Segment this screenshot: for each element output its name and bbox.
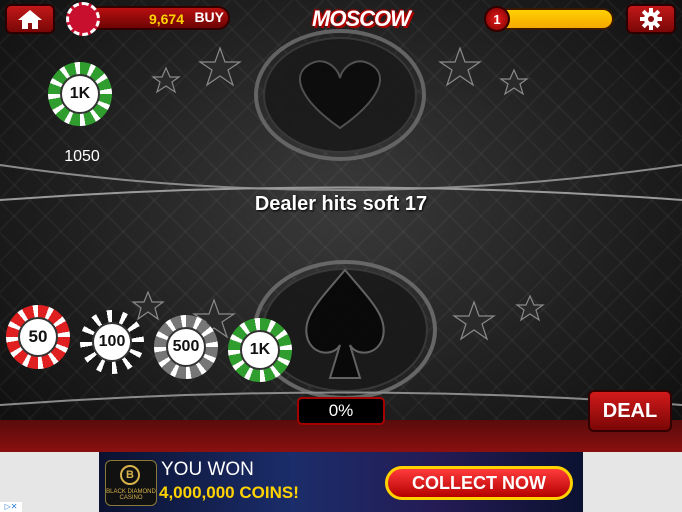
chip-500[interactable]: 500 [154,315,218,379]
deal-progress: 0% [297,397,385,425]
chip-label: 500 [166,327,206,367]
home-icon [18,10,42,29]
casino-logo: B BLACK DIAMOND CASINO [105,460,157,506]
table-title: MOSCOW [312,6,411,31]
table-decoration [0,29,682,406]
deal-button[interactable]: DEAL [588,390,672,432]
blackjack-table [0,0,682,452]
level-progress-bar: 1 [484,6,614,32]
poker-chip-icon [66,2,100,36]
heart-emblem [254,29,426,161]
dealer-rule-text: Dealer hits soft 17 [254,193,428,215]
collect-now-button[interactable]: COLLECT NOW [385,466,573,500]
bet-amount: 1050 [64,148,100,165]
ad-area: B BLACK DIAMOND CASINO YOU WON 4,000,000… [0,452,682,512]
buy-button[interactable]: BUY [194,9,224,25]
ad-coins: 4,000,000 COINS! [159,483,299,502]
gear-icon [640,8,662,30]
ad-choices-icon[interactable]: ▷✕ [0,502,22,512]
chip-1k[interactable]: 1K [228,318,292,382]
level-badge: 1 [484,6,510,32]
settings-button[interactable] [626,4,676,34]
chip-50[interactable]: 50 [6,305,70,369]
casino-logo-text: BLACK DIAMOND CASINO [106,489,156,501]
ad-headline: YOU WON [161,459,254,480]
bet-chip-label: 1K [60,74,100,114]
chip-label: 1K [240,330,280,370]
casino-logo-mark: B [120,465,140,485]
chip-100[interactable]: 100 [80,310,144,374]
chip-label: 100 [92,322,132,362]
home-button[interactable] [5,4,55,34]
balance-value: 9,674 [148,11,184,27]
coin-balance: 9,674 BUY [66,2,230,36]
bet-chip[interactable]: 1K [48,62,112,126]
ad-banner[interactable]: B BLACK DIAMOND CASINO YOU WON 4,000,000… [99,452,583,512]
chip-label: 50 [18,317,58,357]
